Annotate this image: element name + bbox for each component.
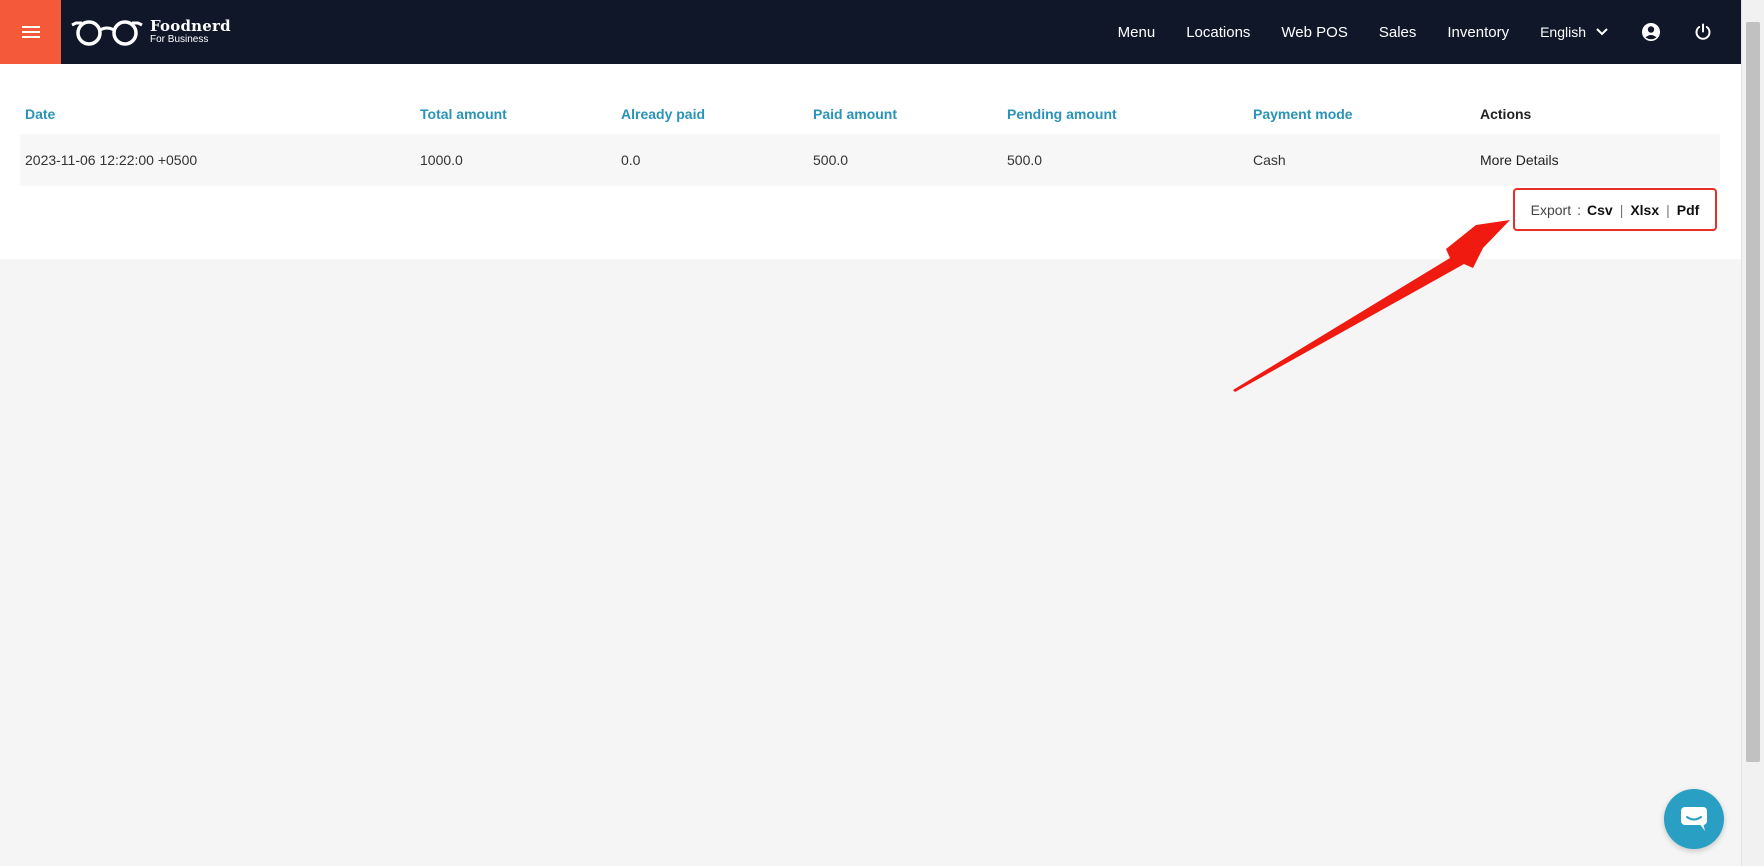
export-separator: |	[1619, 201, 1624, 218]
page: Foodnerd For Business Menu Locations Web…	[0, 0, 1764, 866]
header-already-paid[interactable]: Already paid	[616, 94, 808, 134]
logout-button[interactable]	[1694, 23, 1712, 41]
nav-inventory[interactable]: Inventory	[1447, 24, 1509, 41]
brand-name: Foodnerd	[150, 17, 231, 35]
cell-already-paid: 0.0	[616, 134, 808, 186]
header-pending-amount[interactable]: Pending amount	[1002, 94, 1248, 134]
chevron-down-icon	[1596, 28, 1608, 36]
cell-payment-mode: Cash	[1248, 134, 1475, 186]
language-label: English	[1540, 24, 1586, 40]
user-icon	[1642, 23, 1660, 41]
chat-bubble-icon	[1681, 807, 1707, 831]
table-row: 2023-11-06 12:22:00 +0500 1000.0 0.0 500…	[20, 134, 1720, 186]
cell-date: 2023-11-06 12:22:00 +0500	[20, 134, 415, 186]
header-paid-amount[interactable]: Paid amount	[808, 94, 1002, 134]
nav-right: Menu Locations Web POS Sales Inventory E…	[1118, 0, 1741, 64]
nav-locations[interactable]: Locations	[1186, 24, 1250, 41]
more-details-link[interactable]: More Details	[1475, 134, 1720, 186]
power-icon	[1695, 23, 1711, 40]
export-colon: :	[1577, 201, 1581, 218]
export-csv-button[interactable]: Csv	[1587, 202, 1613, 218]
header-actions: Actions	[1480, 106, 1532, 122]
header-payment-mode[interactable]: Payment mode	[1248, 94, 1475, 134]
hamburger-icon	[21, 26, 40, 38]
cell-total-amount: 1000.0	[415, 134, 616, 186]
export-xlsx-button[interactable]: Xlsx	[1630, 202, 1659, 218]
nav-menu[interactable]: Menu	[1118, 24, 1156, 41]
header-total-amount[interactable]: Total amount	[415, 94, 616, 134]
language-selector[interactable]: English	[1540, 24, 1608, 40]
cell-paid-amount: 500.0	[808, 134, 1002, 186]
payments-panel: Date Total amount Already paid Paid amou…	[0, 64, 1741, 259]
top-navbar: Foodnerd For Business Menu Locations Web…	[0, 0, 1741, 64]
export-pdf-button[interactable]: Pdf	[1677, 202, 1700, 218]
chat-widget-button[interactable]	[1664, 789, 1724, 849]
hamburger-menu-button[interactable]	[0, 0, 61, 64]
payments-table: Date Total amount Already paid Paid amou…	[20, 94, 1720, 186]
account-button[interactable]	[1641, 22, 1661, 42]
brand-logo[interactable]: Foodnerd For Business	[70, 17, 231, 47]
brand-subtitle: For Business	[150, 34, 209, 45]
header-date[interactable]: Date	[20, 94, 415, 134]
nav-sales[interactable]: Sales	[1379, 24, 1417, 41]
export-options: Export : Csv | Xlsx | Pdf	[1513, 188, 1717, 231]
vertical-scrollbar[interactable]	[1741, 0, 1764, 866]
export-label: Export	[1530, 201, 1572, 218]
glasses-icon	[71, 20, 143, 46]
table-header-row: Date Total amount Already paid Paid amou…	[20, 94, 1720, 134]
cell-pending-amount: 500.0	[1002, 134, 1248, 186]
scrollbar-thumb[interactable]	[1746, 22, 1760, 762]
export-separator: |	[1666, 201, 1670, 218]
nav-web-pos[interactable]: Web POS	[1281, 24, 1347, 41]
